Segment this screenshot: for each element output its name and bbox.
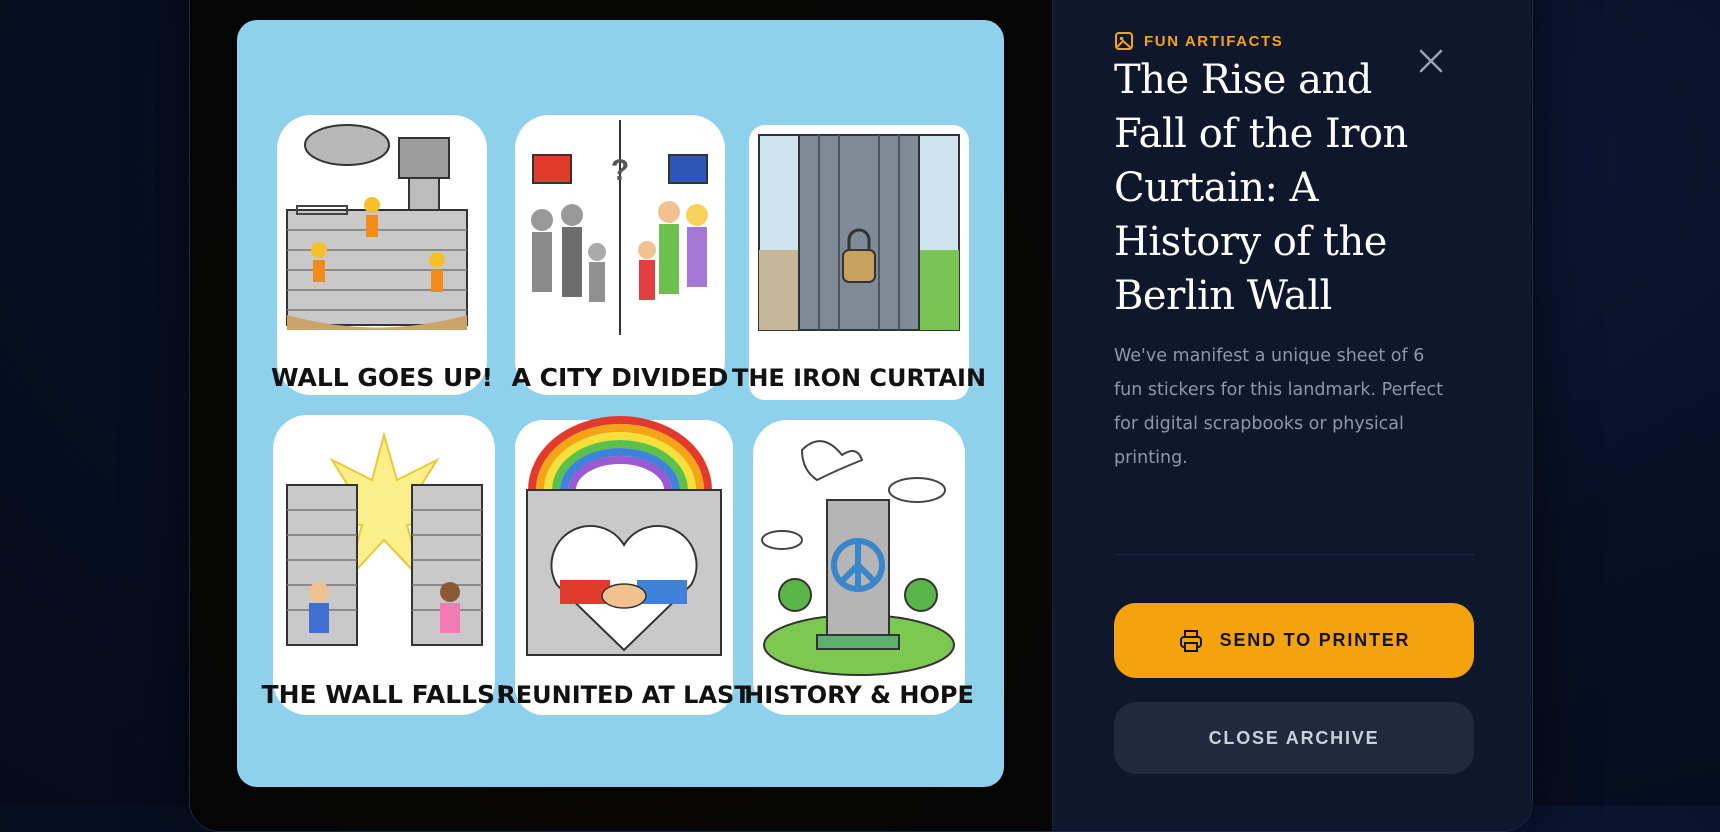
sticker-label: A CITY DIVIDED bbox=[512, 363, 729, 392]
sticker-label: WALL GOES UP! bbox=[271, 363, 493, 392]
divider bbox=[1114, 554, 1474, 555]
sticker-preview-pane: WALL GOES UP! ? A CITY DIVIDED THE IRON … bbox=[190, 0, 1052, 831]
sticker-label: HISTORY & HOPE bbox=[744, 681, 974, 709]
artifact-details-panel: FUN ARTIFACTS The Rise and Fall of the I… bbox=[1052, 0, 1532, 831]
svg-text:?: ? bbox=[611, 154, 629, 187]
sticker-sheet-art: WALL GOES UP! ? A CITY DIVIDED THE IRON … bbox=[262, 115, 986, 715]
close-archive-label: CLOSE ARCHIVE bbox=[1208, 727, 1380, 748]
artifact-title: The Rise and Fall of the Iron Curtain: A… bbox=[1114, 57, 1408, 319]
printer-icon bbox=[1179, 629, 1202, 652]
artifact-description: We've manifest a unique sheet of 6 fun s… bbox=[1114, 346, 1443, 468]
send-to-printer-button[interactable]: SEND TO PRINTER bbox=[1114, 603, 1474, 678]
sticker-reunited-at-last: REUNITED AT LAST bbox=[497, 416, 751, 715]
eyebrow-label: FUN ARTIFACTS bbox=[1144, 32, 1284, 50]
sticker-wall-goes-up: WALL GOES UP! bbox=[271, 115, 493, 395]
sticker-label: REUNITED AT LAST bbox=[497, 681, 751, 709]
sticker-label: THE WALL FALLS! bbox=[262, 680, 507, 709]
sticker-the-wall-falls: THE WALL FALLS! bbox=[262, 415, 507, 715]
eyebrow: FUN ARTIFACTS bbox=[1114, 31, 1283, 51]
sticker-the-iron-curtain: THE IRON CURTAIN bbox=[732, 125, 986, 400]
sticker-history-and-hope: HISTORY & HOPE bbox=[744, 420, 974, 715]
sticker-label: THE IRON CURTAIN bbox=[732, 364, 986, 392]
image-icon bbox=[1115, 32, 1133, 50]
close-archive-button[interactable]: CLOSE ARCHIVE bbox=[1114, 702, 1474, 774]
send-to-printer-label: SEND TO PRINTER bbox=[1219, 630, 1411, 650]
artifact-modal: WALL GOES UP! ? A CITY DIVIDED THE IRON … bbox=[189, 0, 1533, 832]
sticker-sheet: WALL GOES UP! ? A CITY DIVIDED THE IRON … bbox=[237, 20, 1004, 787]
sticker-a-city-divided: ? A CITY DIVIDED bbox=[512, 115, 729, 395]
